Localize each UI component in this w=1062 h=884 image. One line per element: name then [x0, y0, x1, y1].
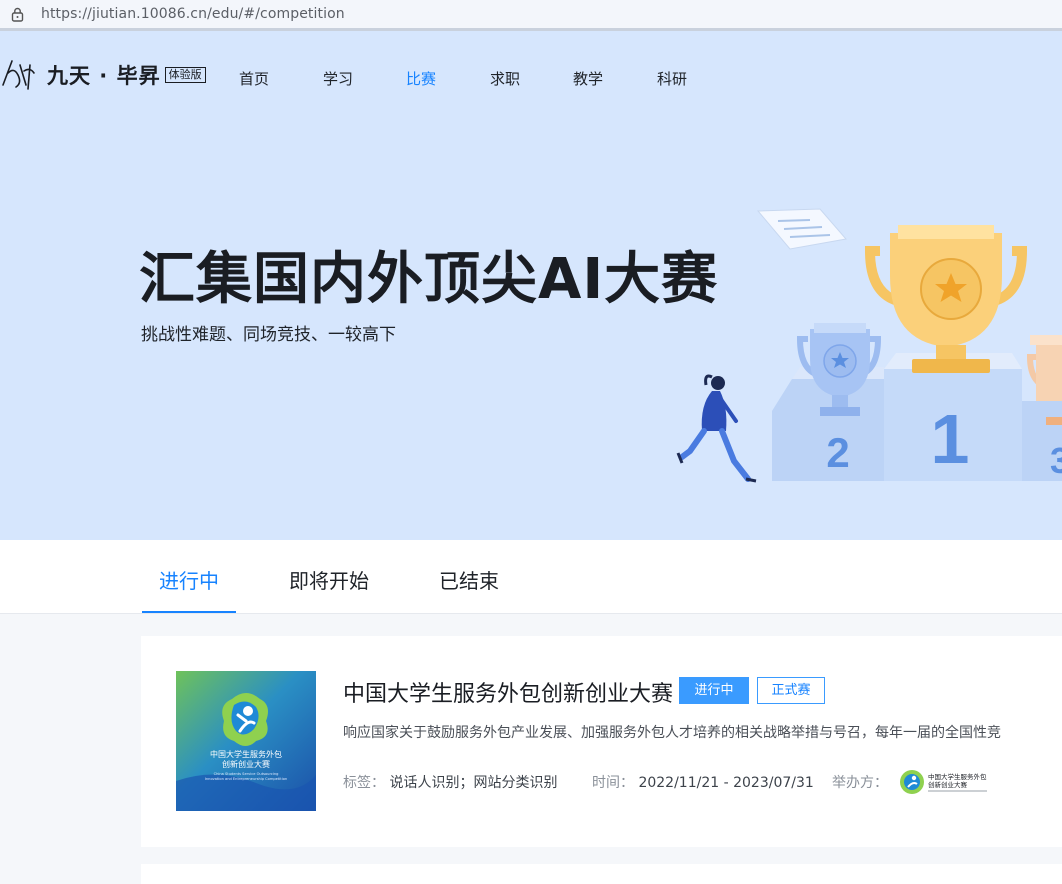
status-tabs: 进行中 即将开始 已结束 — [0, 540, 1062, 614]
competition-thumbnail[interactable]: 中国大学生服务外包 创新创业大赛 China Students Service … — [176, 671, 316, 811]
url-text[interactable]: https://jiutian.10086.cn/edu/#/competiti… — [41, 6, 345, 22]
time-meta: 时间： 2022/11/21 - 2023/07/31 — [592, 772, 814, 792]
hero-subtitle: 挑战性难题、同场竞技、一较高下 — [141, 325, 396, 345]
thumb-en-line2: Innovation and Entrepreneurship Competit… — [205, 777, 287, 781]
logo-mark-icon — [2, 60, 35, 90]
org-logo-line1: 中国大学生服务外包 — [928, 772, 987, 781]
site-logo[interactable]: 九天 · 毕昇 体验版 — [0, 55, 206, 95]
thumb-title-line2: 创新创业大赛 — [222, 759, 270, 769]
nav-research[interactable]: 科研 — [657, 68, 687, 89]
thumb-en-line1: China Students Service Outsourcing — [214, 772, 279, 776]
logo-badge: 体验版 — [164, 67, 206, 83]
nav-competition[interactable]: 比赛 — [406, 68, 436, 89]
tab-ended[interactable]: 已结束 — [439, 565, 499, 594]
time-value: 2022/11/21 - 2023/07/31 — [638, 775, 814, 791]
runner-figure — [676, 374, 757, 483]
hero-banner: 九天 · 毕昇 体验版 首页 学习 比赛 求职 教学 科研 汇集国内外顶尖AI大… — [0, 31, 1062, 540]
hero-title: 汇集国内外顶尖AI大赛 — [139, 247, 719, 312]
tab-upcoming[interactable]: 即将开始 — [289, 565, 369, 594]
tags-meta: 标签： 说话人识别；网站分类识别 — [343, 772, 557, 792]
nav-teaching[interactable]: 教学 — [573, 68, 603, 89]
competition-description: 响应国家关于鼓励服务外包产业发展、加强服务外包人才培养的相关战略举措与号召，每年… — [343, 725, 1001, 741]
podium-number-2: 2 — [826, 429, 849, 476]
org-logo-line2: 创新创业大赛 — [928, 780, 968, 789]
address-bar[interactable]: https://jiutian.10086.cn/edu/#/competiti… — [0, 0, 1062, 31]
nav-learn[interactable]: 学习 — [323, 68, 353, 89]
nav-home[interactable]: 首页 — [239, 68, 269, 89]
lock-icon — [11, 7, 24, 22]
logo-text: 九天 · 毕昇 — [47, 64, 161, 88]
active-tab-indicator — [142, 611, 236, 613]
status-badge: 进行中 — [679, 677, 749, 704]
gold-trophy — [864, 225, 1028, 373]
organizer-logo: 中国大学生服务外包 创新创业大赛 — [900, 770, 987, 794]
tags-value: 说话人识别；网站分类识别 — [389, 775, 558, 791]
podium-number-1: 1 — [931, 400, 970, 478]
competition-title[interactable]: 中国大学生服务外包创新创业大赛 — [343, 676, 673, 708]
podium-number-3: 3 — [1050, 440, 1062, 481]
tags-label: 标签： — [343, 775, 385, 791]
paper-icon — [756, 208, 847, 250]
time-label: 时间： — [592, 775, 634, 791]
competition-card[interactable]: 中国大学生服务外包 创新创业大赛 China Students Service … — [141, 636, 1062, 847]
organizer-meta: 举办方： — [832, 772, 888, 792]
type-badge: 正式赛 — [757, 677, 825, 704]
nav-jobs[interactable]: 求职 — [490, 68, 520, 89]
tab-ongoing[interactable]: 进行中 — [159, 565, 219, 594]
trophy-podium-illustration: 2 1 3 — [676, 208, 1062, 483]
competition-card-next[interactable] — [141, 864, 1062, 884]
organizer-label: 举办方： — [832, 775, 888, 791]
thumb-title-line1: 中国大学生服务外包 — [210, 749, 282, 759]
